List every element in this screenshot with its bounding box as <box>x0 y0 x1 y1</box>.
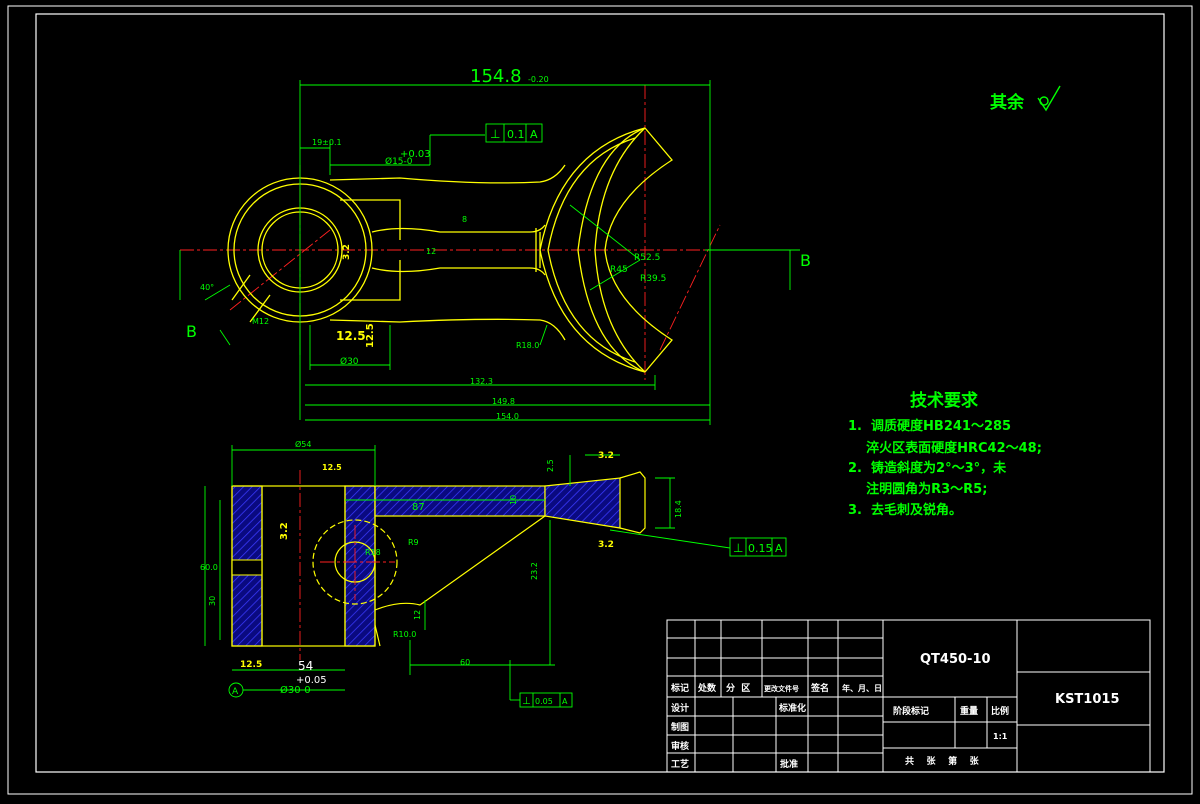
section-label-right: B <box>800 251 811 270</box>
dim-132: 132.3 <box>470 377 493 386</box>
tb-header-2: 分 区 <box>726 682 750 694</box>
rough-b-3-2a: 3.2 <box>598 451 614 461</box>
tol3-symbol: ⊥ <box>522 696 531 707</box>
dim-23: 23.2 <box>530 562 539 580</box>
tb-sheets: 共 张 第 张 <box>905 755 980 767</box>
tech-req-item-1: 1. 调质硬度HB241～285 <box>848 418 1011 434</box>
tb-row-3: 工艺 <box>671 758 689 770</box>
dim-12: 12 <box>426 247 436 256</box>
rough-12-5-b: 12.5 <box>365 323 376 348</box>
dim-149: 149.8 <box>492 397 515 406</box>
drawing-svg: 其余 ⊥ 0.1 A 154.8 -0.20 19±0.1 +0.03 Ø15-… <box>7 5 1193 795</box>
rough-3-2: 3.2 <box>342 244 352 260</box>
dim-18: 18.4 <box>674 500 683 518</box>
inner-frame <box>35 13 1165 773</box>
dim-r18b: R18 <box>365 548 381 557</box>
tech-req-item-3: 2. 铸造斜度为2°～3°，未 <box>848 460 1007 476</box>
tech-req-item-4: 注明圆角为R3～R5; <box>848 481 987 497</box>
tb-header-4: 签名 <box>810 682 829 694</box>
tb-header-0: 标记 <box>670 682 689 694</box>
dim-overall-tol: -0.20 <box>528 75 549 84</box>
tb-header-3: 更改文件号 <box>764 684 799 693</box>
hatch-right <box>344 485 376 647</box>
dim-r9: R9 <box>408 538 419 547</box>
dim-r10: R10.0 <box>393 630 416 639</box>
rough-b-12-5: 12.5 <box>322 463 342 472</box>
tb-material: QT450-10 <box>920 652 991 667</box>
dim-30v: 30 <box>208 596 217 606</box>
datum-label: A <box>232 687 239 697</box>
tol3-datum: A <box>562 697 568 706</box>
tb-std: 标准化 <box>778 702 806 714</box>
dim-87: 87 <box>412 502 425 513</box>
tech-req-item-5: 3. 去毛刺及锐角。 <box>848 502 962 518</box>
rough-b-12-5b: 12.5 <box>240 660 262 670</box>
dim-154b: 154.0 <box>496 412 519 421</box>
tol1-symbol: ⊥ <box>490 127 500 141</box>
dim-30: Ø30 <box>340 356 359 367</box>
tol2-symbol: ⊥ <box>733 541 743 555</box>
dim-r39: R39.5 <box>640 274 666 284</box>
dim-m12: M12 <box>252 317 269 326</box>
tb-row-1: 制图 <box>671 721 689 733</box>
dim-30h: Ø30-0 <box>280 684 311 696</box>
finish-note-label: 其余 <box>990 92 1025 113</box>
connecting-arm <box>329 164 566 341</box>
tb-scale: 1:1 <box>993 732 1008 741</box>
tech-requirements: 技术要求 1. 调质硬度HB241～285 淬火区表面硬度HRC42～48; 2… <box>848 390 1042 518</box>
dim-60v: 60.0 <box>200 563 218 572</box>
dim-2-5: 2.5 <box>546 459 555 472</box>
dim-54: 54 <box>298 659 313 673</box>
dim-19: 19±0.1 <box>312 138 342 147</box>
tol1-value: 0.1 <box>507 128 525 141</box>
tb-scale-label: 比例 <box>991 705 1009 717</box>
bottom-view: A ⊥ 0.15 A ⊥ 0.05 A Ø54 12.5 3.2 3.2 3.2… <box>200 439 787 708</box>
rough-b-3-2c: 3.2 <box>279 522 290 540</box>
title-block-text: QT450-10 KST1015 标记 处数 分 区 更改文件号 签名 年、月、… <box>670 652 1120 770</box>
tb-drawing-no: KST1015 <box>1055 692 1120 707</box>
dim-r45: R45 <box>610 265 628 275</box>
dim-r52: R52.5 <box>634 253 660 263</box>
tb-header-1: 处数 <box>697 682 717 694</box>
roughness-symbol-icon <box>1037 85 1061 112</box>
dim-10: 10 <box>509 495 518 505</box>
dim-54top: Ø54 <box>295 439 311 449</box>
tol1-datum: A <box>530 128 538 141</box>
tol3-value: 0.05 <box>535 697 553 706</box>
top-view: ⊥ 0.1 A 154.8 -0.20 19±0.1 +0.03 Ø15-0 8… <box>179 66 811 425</box>
outer-frame <box>7 5 1193 795</box>
tb-header-5: 年、月、日 <box>842 683 882 693</box>
rough-12-5-a: 12.5 <box>336 329 366 343</box>
angle-40: 40° <box>200 283 214 292</box>
tech-req-title: 技术要求 <box>910 390 978 411</box>
dim-overall: 154.8 <box>470 66 522 87</box>
tb-approve: 批准 <box>780 758 798 770</box>
tech-req-item-2: 淬火区表面硬度HRC42～48; <box>848 440 1042 456</box>
section-label-left: B <box>186 322 197 341</box>
tb-row-2: 审核 <box>671 740 689 752</box>
dim-r18: R18.0 <box>516 341 539 350</box>
hatch-tip <box>544 477 621 529</box>
tb-weight: 重量 <box>960 705 978 717</box>
tb-stage: 阶段标记 <box>893 705 929 717</box>
rough-b-3-2b: 3.2 <box>598 540 614 550</box>
tol2-value: 0.15 <box>748 542 773 555</box>
tol2-datum: A <box>775 542 783 555</box>
tb-row-0: 设计 <box>671 702 689 714</box>
cad-drawing-canvas: 其余 ⊥ 0.1 A 154.8 -0.20 19±0.1 +0.03 Ø15-… <box>0 0 1200 800</box>
dim-12b: 12 <box>413 610 422 620</box>
hatch-arm <box>374 485 546 517</box>
dim-bore: Ø15-0 <box>385 156 413 167</box>
dim-8: 8 <box>462 215 467 224</box>
dim-60h: 60 <box>460 658 470 667</box>
